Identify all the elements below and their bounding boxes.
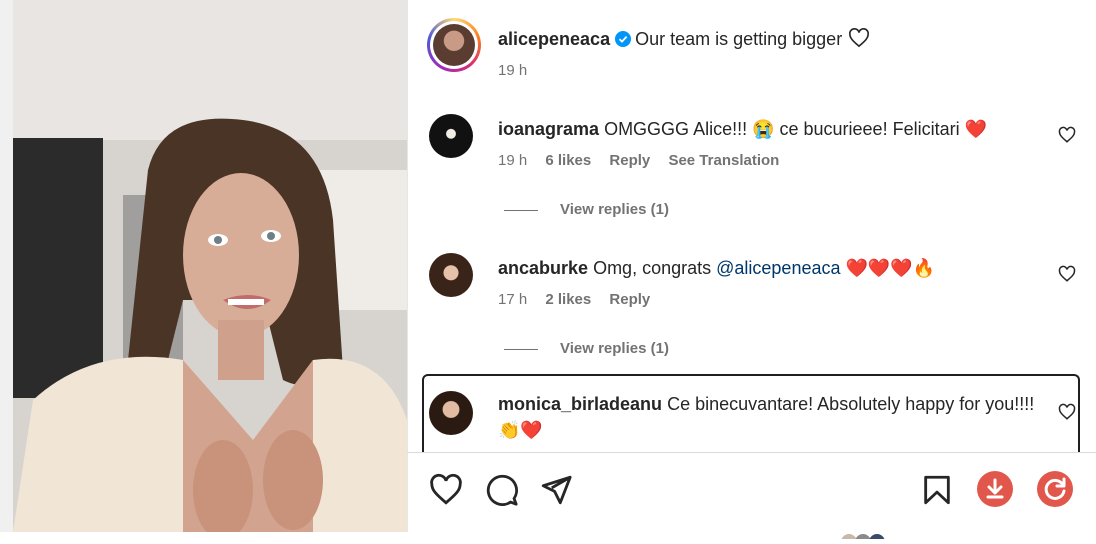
comment-likes[interactable]: 2 likes (545, 291, 591, 308)
comment-like-heart-icon[interactable] (1058, 126, 1076, 144)
bookmark-icon[interactable] (920, 473, 954, 507)
author-avatar[interactable] (427, 18, 481, 72)
comment-body: ancaburke Omg, congrats @alicepeneaca ❤️… (498, 255, 1038, 281)
view-replies-button[interactable]: View replies (1) (504, 340, 669, 357)
post-caption: alicepeneaca Our team is getting bigger 1… (427, 18, 1096, 88)
heart-icon[interactable] (429, 473, 463, 507)
comment-text: OMGGGG Alice!!! 😭 ce bucurieee! Felicita… (604, 119, 987, 139)
comment-username[interactable]: ancaburke (498, 258, 588, 278)
share-icon[interactable] (539, 473, 573, 507)
comment-like-heart-icon[interactable] (1058, 265, 1076, 283)
action-bar (407, 452, 1096, 533)
comment-likes[interactable]: 6 likes (545, 152, 591, 169)
commenter-avatar[interactable] (429, 253, 473, 297)
replies-dash (504, 348, 538, 350)
post-time: 19 h (498, 62, 528, 79)
commenter-avatar[interactable] (429, 391, 473, 435)
author-username[interactable]: alicepeneaca (498, 29, 610, 49)
comment-icon[interactable] (485, 473, 519, 507)
verified-badge-icon (615, 31, 632, 47)
comment-body: ioanagrama OMGGGG Alice!!! 😭 ce bucuriee… (498, 116, 1038, 142)
caption-text: Our team is getting bigger (635, 29, 843, 49)
reply-button[interactable]: Reply (609, 291, 650, 308)
see-translation-button[interactable]: See Translation (668, 152, 779, 169)
view-replies-label: View replies (1) (560, 340, 669, 357)
replies-dash (504, 209, 538, 211)
download-icon (986, 478, 1004, 499)
left-gutter (0, 0, 13, 532)
comment-mention[interactable]: @alicepeneaca (716, 258, 840, 278)
liked-by-avatars (839, 526, 899, 544)
video-frame (13, 0, 407, 532)
comments-panel: alicepeneaca Our team is getting bigger 1… (407, 0, 1096, 544)
reply-button[interactable]: Reply (609, 152, 650, 169)
refresh-button[interactable] (1037, 471, 1073, 507)
caption-heart-icon (849, 28, 870, 48)
comment-time: 19 h (498, 152, 528, 169)
caption-line: alicepeneaca Our team is getting bigger (498, 28, 870, 50)
download-button[interactable] (977, 471, 1013, 507)
comment-time: 17 h (498, 291, 528, 308)
refresh-icon (1044, 477, 1066, 500)
commenter-avatar[interactable] (429, 114, 473, 158)
view-replies-label: View replies (1) (560, 201, 669, 218)
comment-body: monica_birladeanu Ce binecuvantare! Abso… (498, 391, 1038, 443)
post-media[interactable] (13, 0, 407, 532)
comment-meta: 19 h 6 likes Reply See Translation (498, 152, 793, 169)
view-replies-button[interactable]: View replies (1) (504, 201, 669, 218)
comment-like-heart-icon[interactable] (1058, 403, 1076, 421)
comment-emojis: ❤️❤️❤️🔥 (845, 258, 936, 278)
comment-username[interactable]: monica_birladeanu (498, 394, 662, 414)
comment-text: Omg, congrats (593, 258, 712, 278)
comment-meta: 17 h 2 likes Reply (498, 291, 664, 308)
comment-username[interactable]: ioanagrama (498, 119, 599, 139)
